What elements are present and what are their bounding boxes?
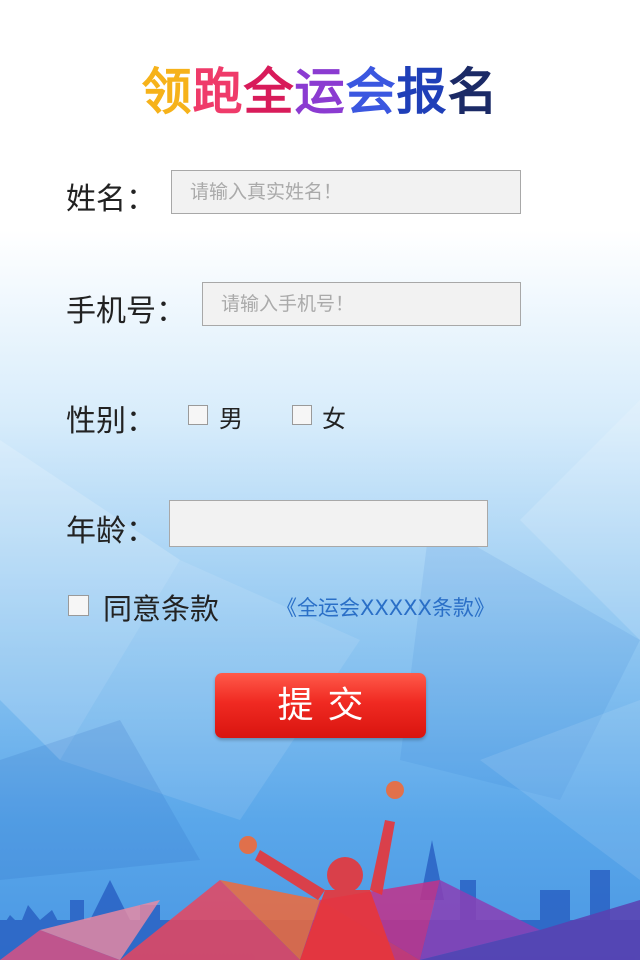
phone-input[interactable]: 请输入手机号！ (202, 282, 521, 326)
gender-female-checkbox[interactable] (292, 405, 312, 425)
age-label: 年龄： (66, 514, 156, 549)
terms-link[interactable]: 《全运会XXXXX条款》 (276, 592, 495, 622)
phone-label: 手机号： (66, 294, 186, 329)
gender-label: 性别： (66, 404, 156, 439)
age-input[interactable] (169, 500, 488, 547)
page-title: 领跑全运会报名 (0, 52, 640, 124)
gender-male-checkbox[interactable] (188, 405, 208, 425)
title-char: 运 (294, 63, 346, 121)
title-char: 领 (141, 63, 193, 121)
title-char: 名 (447, 63, 499, 121)
gender-female-label: 女 (322, 405, 346, 433)
name-label: 姓名： (66, 182, 156, 217)
name-input[interactable]: 请输入真实姓名！ (171, 170, 521, 214)
title-char: 全 (243, 63, 295, 121)
title-char: 跑 (192, 63, 244, 121)
agree-checkbox[interactable] (68, 595, 89, 616)
background-decoration (0, 400, 640, 960)
title-char: 报 (396, 63, 448, 121)
gender-male-label: 男 (219, 405, 243, 433)
title-char: 会 (345, 63, 397, 121)
agree-label: 同意条款 (103, 592, 220, 626)
submit-button[interactable]: 提交 (215, 673, 426, 738)
